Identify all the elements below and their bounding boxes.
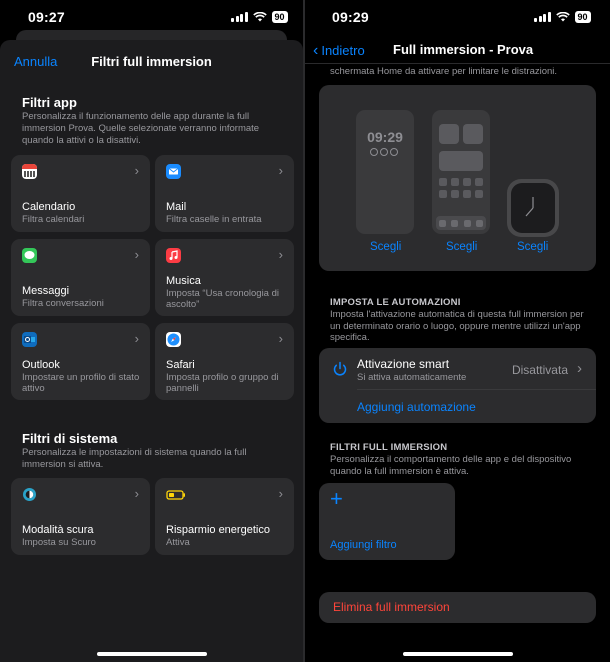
tile-title: Modalità scura <box>22 524 94 536</box>
sheet-header: Annulla Filtri full immersion <box>0 40 303 82</box>
wifi-icon <box>252 12 267 22</box>
chevron-right-icon: › <box>134 247 139 262</box>
automations-description: Imposta l'attivazione automatica di ques… <box>330 309 584 343</box>
tile-subtitle: Imposta “Usa cronologia di ascolto” <box>166 288 279 310</box>
wifi-icon <box>555 12 570 22</box>
row-separator <box>357 389 596 390</box>
cellular-signal-icon <box>231 12 248 22</box>
filter-tile-calendar[interactable]: › Calendario Filtra calendari <box>11 155 150 232</box>
watch-clock-icon <box>525 197 534 217</box>
filter-tile-mail[interactable]: › Mail Filtra caselle in entrata <box>155 155 294 232</box>
dark-mode-icon <box>22 487 37 502</box>
tile-title: Risparmio energetico <box>166 524 270 536</box>
smart-activation-row[interactable]: Attivazione smart Si attiva automaticame… <box>319 348 596 389</box>
add-filter-label: Aggiungi filtro <box>330 539 397 551</box>
right-screenshot: 09:29 90 ‹ Indietro Full immersion - Prov… <box>305 0 610 662</box>
lock-screen-preview[interactable]: 09:29 <box>356 110 414 234</box>
tile-title: Safari <box>166 359 195 371</box>
app-filters-description: Personalizza il funzionamento delle app … <box>22 111 260 146</box>
smart-activation-title: Attivazione smart <box>357 357 450 371</box>
tile-subtitle: Attiva <box>166 537 190 548</box>
battery-indicator: 90 <box>271 11 288 23</box>
home-indicator <box>96 652 207 656</box>
chevron-right-icon: › <box>278 331 283 346</box>
filter-tile-dark-mode[interactable]: › Modalità scura Imposta su Scuro <box>11 478 150 555</box>
status-bar: 09:29 90 <box>305 0 610 36</box>
tile-subtitle: Impostare un profilo di stato attivo <box>22 372 140 394</box>
watch-face-preview[interactable] <box>507 179 559 237</box>
delete-focus-button[interactable]: Elimina full immersion <box>319 592 596 623</box>
home-indicator <box>402 652 513 656</box>
choose-home-screen-button[interactable]: Scegli <box>446 241 477 253</box>
chevron-right-icon: › <box>577 360 582 377</box>
chevron-right-icon: › <box>134 331 139 346</box>
tile-subtitle: Filtra calendari <box>22 214 85 225</box>
add-filter-tile[interactable]: + Aggiungi filtro <box>319 483 455 560</box>
chevron-right-icon: › <box>278 247 283 262</box>
system-filters-description: Personalizza le impostazioni di sistema … <box>22 447 247 470</box>
app-filters-title: Filtri app <box>22 95 77 110</box>
calendar-icon <box>22 164 37 179</box>
outlook-icon <box>22 332 37 347</box>
power-icon <box>333 361 347 376</box>
messages-icon <box>22 248 37 263</box>
automations-caption: IMPOSTA LE AUTOMAZIONI <box>330 297 461 308</box>
music-icon <box>166 248 181 263</box>
filter-tile-outlook[interactable]: › Outlook Impostare un profilo di stato … <box>11 323 150 400</box>
back-button[interactable]: ‹ Indietro <box>313 42 365 60</box>
back-label: Indietro <box>321 43 365 58</box>
mail-icon <box>166 164 181 179</box>
tile-title: Calendario <box>22 201 76 213</box>
automations-card: Attivazione smart Si attiva automaticame… <box>319 348 596 423</box>
tile-title: Mail <box>166 201 187 213</box>
filter-tile-safari[interactable]: › Safari Imposta profilo o gruppo di pan… <box>155 323 294 400</box>
tile-title: Outlook <box>22 359 60 371</box>
system-filters-title: Filtri di sistema <box>22 431 118 446</box>
status-icons: 90 <box>534 11 591 23</box>
tile-subtitle: Filtra conversazioni <box>22 298 104 309</box>
chevron-right-icon: › <box>134 163 139 178</box>
choose-lock-screen-button[interactable]: Scegli <box>370 241 401 253</box>
battery-icon <box>166 487 186 502</box>
plus-icon: + <box>330 486 343 511</box>
choose-watch-face-button[interactable]: Scegli <box>517 241 548 253</box>
nav-separator <box>305 63 610 64</box>
filter-tile-music[interactable]: › Musica Imposta “Usa cronologia di asco… <box>155 239 294 316</box>
navigation-bar: ‹ Indietro Full immersion - Prova <box>305 34 610 64</box>
left-screenshot: 09:27 90 Annulla Filtri full immersion F… <box>0 0 303 662</box>
status-time: 09:27 <box>28 9 65 25</box>
filters-caption: FILTRI FULL IMMERSION <box>330 442 448 453</box>
status-icons: 90 <box>231 11 288 23</box>
tile-subtitle: Imposta profilo o gruppo di pannelli <box>166 372 279 394</box>
screens-card: 09:29 Scegli Scegli Scegli <box>319 85 596 271</box>
dock <box>436 216 486 230</box>
chevron-left-icon: ‹ <box>313 42 319 59</box>
filters-sheet: Annulla Filtri full immersion Filtri app… <box>0 40 303 662</box>
chevron-right-icon: › <box>278 163 283 178</box>
page-title: Full immersion - Prova <box>393 42 534 57</box>
add-automation-button[interactable]: Aggiungi automazione <box>357 400 476 414</box>
status-time: 09:29 <box>332 9 369 25</box>
home-screen-description: schermata Home da attivare per limitare … <box>330 66 558 77</box>
home-screen-preview[interactable] <box>432 110 490 234</box>
smart-activation-value: Disattivata <box>511 363 568 377</box>
tile-subtitle: Imposta su Scuro <box>22 537 96 548</box>
tile-subtitle: Filtra caselle in entrata <box>166 214 262 225</box>
chevron-right-icon: › <box>134 486 139 501</box>
filter-tile-low-power[interactable]: › Risparmio energetico Attiva <box>155 478 294 555</box>
tile-title: Messaggi <box>22 285 70 297</box>
tile-title: Musica <box>166 275 201 287</box>
lock-widgets <box>370 148 398 156</box>
filters-description: Personalizza il comportamento delle app … <box>330 454 572 477</box>
battery-indicator: 90 <box>574 11 591 23</box>
filter-tile-messages[interactable]: › Messaggi Filtra conversazioni <box>11 239 150 316</box>
lock-screen-time: 09:29 <box>367 129 403 145</box>
smart-activation-subtitle: Si attiva automaticamente <box>357 372 467 383</box>
chevron-right-icon: › <box>278 486 283 501</box>
delete-focus-label: Elimina full immersion <box>333 600 450 614</box>
sheet-title: Filtri full immersion <box>91 54 212 69</box>
safari-icon <box>166 332 181 347</box>
cellular-signal-icon <box>534 12 551 22</box>
